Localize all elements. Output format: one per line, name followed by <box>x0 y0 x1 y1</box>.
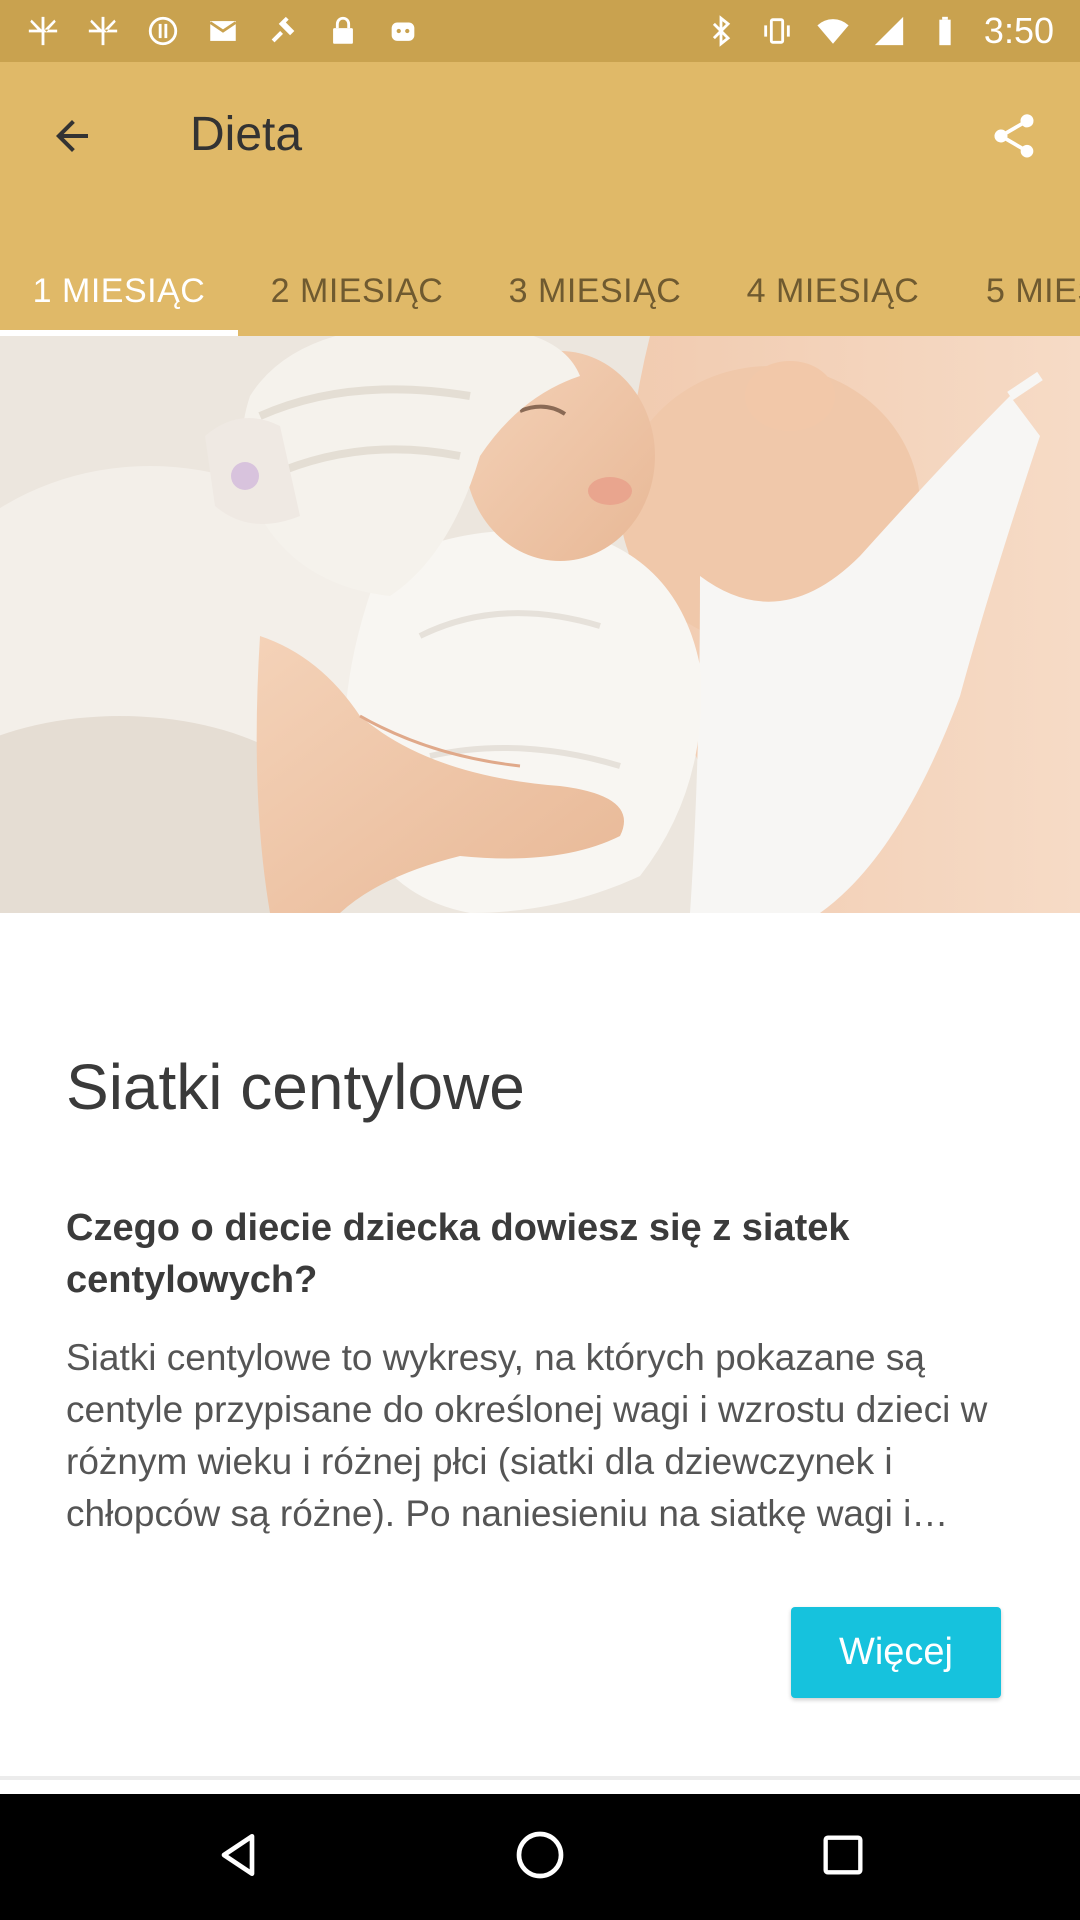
app-bar: Dieta 1 MIESIĄC 2 MIESIĄC 3 MIESIĄC 4 MI… <box>0 62 1080 336</box>
mail-icon <box>206 14 240 48</box>
system-icons: 3:50 <box>704 10 1080 52</box>
section-title: Siatki centylowe <box>66 1051 525 1123</box>
description-text: Siatki centylowe to wykresy, na których … <box>66 1337 988 1534</box>
vibrate-icon <box>760 14 794 48</box>
tab-4-miesiac[interactable]: 4 MIESIĄC <box>714 246 952 336</box>
nav-back-button[interactable] <box>198 1817 278 1897</box>
signal-icon <box>872 14 906 48</box>
nav-recents-button[interactable] <box>803 1817 883 1897</box>
fan-icon <box>26 14 60 48</box>
tab-5-miesiac[interactable]: 5 MIESIĄC <box>952 246 1080 336</box>
alert-circle-icon <box>146 14 180 48</box>
nav-home-button[interactable] <box>500 1817 580 1897</box>
share-button[interactable] <box>978 102 1050 174</box>
recents-square-icon <box>817 1829 869 1886</box>
more-button[interactable]: Więcej <box>791 1607 1001 1698</box>
page-title: Dieta <box>190 108 303 161</box>
status-bar: 3:50 <box>0 0 1080 62</box>
home-circle-icon <box>512 1827 568 1888</box>
battery-icon <box>928 14 962 48</box>
fake-gps-icon <box>266 14 300 48</box>
month-tabs: 1 MIESIĄC 2 MIESIĄC 3 MIESIĄC 4 MIESIĄC … <box>0 246 1080 336</box>
back-triangle-icon <box>210 1827 266 1888</box>
share-icon <box>988 110 1040 167</box>
navigation-bar <box>0 1794 1080 1920</box>
arrow-left-icon <box>48 112 96 165</box>
tab-2-miesiac[interactable]: 2 MIESIĄC <box>238 246 476 336</box>
bluetooth-icon <box>704 14 738 48</box>
tab-3-miesiac[interactable]: 3 MIESIĄC <box>476 246 714 336</box>
lock-icon <box>326 14 360 48</box>
game-icon <box>386 14 420 48</box>
hero-image-mother-baby <box>0 336 1080 913</box>
wifi-icon <box>816 14 850 48</box>
back-button[interactable] <box>36 102 108 174</box>
question-heading: Czego o diecie dziecka dowiesz się z sia… <box>66 1207 850 1301</box>
fan-icon <box>86 14 120 48</box>
notification-icons <box>0 14 420 48</box>
tab-1-miesiac[interactable]: 1 MIESIĄC <box>0 246 238 336</box>
divider <box>0 1776 1080 1780</box>
clock: 3:50 <box>983 10 1054 51</box>
